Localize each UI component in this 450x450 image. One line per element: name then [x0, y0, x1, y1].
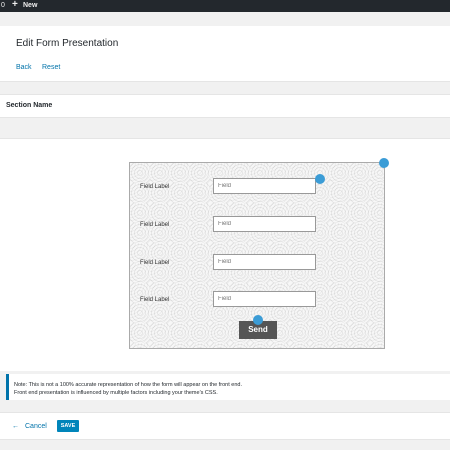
- field-label: Field Label: [140, 260, 170, 266]
- reset-link[interactable]: Reset: [42, 64, 60, 71]
- note-line: Note: This is not a 100% accurate repres…: [14, 382, 242, 388]
- form-canvas: Field Label Field Label Field Label Fiel…: [0, 138, 450, 371]
- admin-bar: 0 + New: [0, 0, 450, 12]
- save-button[interactable]: SAVE: [57, 420, 79, 432]
- field-input[interactable]: [213, 216, 316, 232]
- footer-actions: ← Cancel SAVE: [0, 412, 450, 440]
- field-input[interactable]: [213, 178, 316, 194]
- admin-bar-count: 0: [1, 2, 5, 9]
- note-line: Front end presentation is influenced by …: [14, 390, 218, 396]
- field-label: Field Label: [140, 184, 170, 190]
- header-card: Edit Form Presentation Back Reset: [0, 26, 450, 82]
- cancel-label: Cancel: [25, 423, 47, 430]
- page-title: Edit Form Presentation: [16, 38, 119, 49]
- field-input[interactable]: [213, 254, 316, 270]
- back-link[interactable]: Back: [16, 64, 32, 71]
- arrow-left-icon: ←: [12, 423, 19, 430]
- field-label: Field Label: [140, 222, 170, 228]
- new-link[interactable]: New: [23, 0, 37, 12]
- plus-icon[interactable]: +: [12, 0, 18, 11]
- cancel-link[interactable]: ← Cancel: [12, 423, 47, 430]
- field-resize-handle[interactable]: [315, 174, 325, 184]
- field-input[interactable]: [213, 291, 316, 307]
- section-name: Section Name: [6, 102, 53, 109]
- preview-resize-handle[interactable]: [379, 158, 389, 168]
- button-drag-handle[interactable]: [253, 315, 263, 325]
- preview-note: Note: This is not a 100% accurate repres…: [6, 374, 450, 400]
- section-bar: Section Name: [0, 94, 450, 118]
- field-label: Field Label: [140, 297, 170, 303]
